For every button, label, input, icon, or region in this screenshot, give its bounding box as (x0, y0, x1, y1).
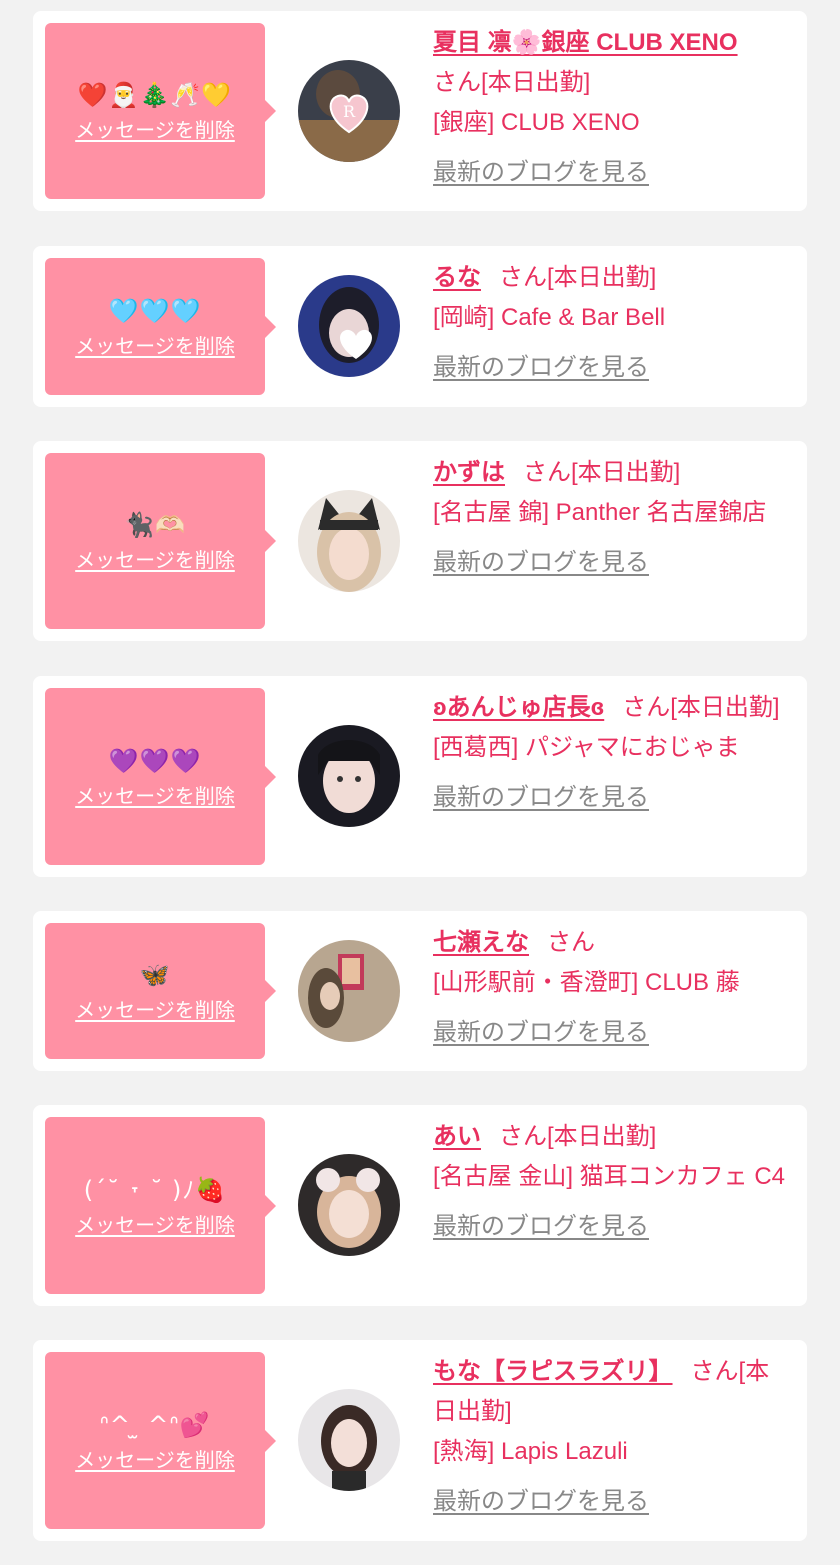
cast-name-link[interactable]: 夏目 凛🌸銀座 CLUB XENO (433, 29, 738, 56)
delete-message-link[interactable]: メッセージを削除 (75, 1212, 235, 1238)
delete-message-link[interactable]: メッセージを削除 (75, 783, 235, 809)
cast-avatar[interactable] (298, 725, 400, 827)
cast-name-link[interactable]: 七瀬えな (433, 929, 529, 956)
cast-info: ʚあんじゅ店長ɞ さん[本日出勤] [西葛西] パジャマにおじゃま 最新のブログを… (433, 688, 787, 818)
shop-name: [名古屋 錦] Panther 名古屋錦店 (433, 499, 767, 526)
latest-blog-link[interactable]: 最新のブログを見る (433, 153, 787, 193)
cast-info: もな【ラピスラズリ】 さん[本日出勤] [熱海] Lapis Lazuli 最新の… (433, 1352, 787, 1522)
latest-blog-link[interactable]: 最新のブログを見る (433, 348, 787, 388)
message-card: (ˊ˘ ˕ ˘ )ﾉ🍓 メッセージを削除 あい さん[本日出勤] [名古屋 金山]… (33, 1105, 807, 1306)
shop-name: [岡崎] Cafe & Bar Bell (433, 304, 666, 331)
message-text: 🩵🩵🩵 (108, 296, 202, 325)
message-bubble: 🐈‍⬛🫶🏻 メッセージを削除 (45, 453, 276, 629)
cast-name-link[interactable]: もな【ラピスラズリ】 (433, 1358, 673, 1385)
delete-message-link[interactable]: メッセージを削除 (75, 1447, 235, 1473)
shop-name: [山形駅前・香澄町] CLUB 藤 (433, 969, 740, 996)
delete-message-link[interactable]: メッセージを削除 (75, 333, 235, 359)
message-card: 💜💜💜 メッセージを削除 ʚあんじゅ店長ɞ さん[本日出勤] [西葛西] パジャマ… (33, 676, 807, 877)
message-bubble: ❤️🎅🎄🥂💛 メッセージを削除 (45, 23, 276, 199)
cast-status: さん[本日出勤] (499, 1123, 657, 1150)
message-text: 🐈‍⬛🫶🏻 (124, 511, 186, 539)
cast-status: さん[本日出勤] (499, 264, 657, 291)
cast-status: さん[本日出勤] (622, 694, 780, 721)
cast-name-link[interactable]: るな (433, 264, 481, 291)
avatar-photo (298, 490, 400, 592)
shop-name: [名古屋 金山] 猫耳コンカフェ C4 (433, 1163, 786, 1190)
latest-blog-link[interactable]: 最新のブログを見る (433, 1207, 787, 1247)
shop-name: [西葛西] パジャマにおじゃま (433, 734, 740, 761)
message-list: ❤️🎅🎄🥂💛 メッセージを削除 R 夏目 凛🌸銀座 CLUB XENO さん[本… (0, 0, 840, 1565)
message-card: 🩵🩵🩵 メッセージを削除 るな さん[本日出勤] [岡崎] Cafe & Bar … (33, 246, 807, 407)
cast-info: 夏目 凛🌸銀座 CLUB XENO さん[本日出勤] [銀座] CLUB XEN… (433, 23, 787, 193)
cast-status: さん[本日出勤] (433, 69, 591, 96)
delete-message-link[interactable]: メッセージを削除 (75, 117, 235, 143)
message-card: ❤️🎅🎄🥂💛 メッセージを削除 R 夏目 凛🌸銀座 CLUB XENO さん[本… (33, 11, 807, 211)
message-card: 🦋 メッセージを削除 七瀬えな さん [山形駅前・香澄町] CLUB 藤 最新のブ… (33, 911, 807, 1071)
avatar-photo: R (298, 60, 400, 162)
cast-avatar[interactable] (298, 275, 400, 377)
message-bubble: 💜💜💜 メッセージを削除 (45, 688, 276, 865)
cast-info: あい さん[本日出勤] [名古屋 金山] 猫耳コンカフェ C4 最新のブログを見る (433, 1117, 787, 1247)
cast-avatar[interactable] (298, 490, 400, 592)
cast-avatar[interactable] (298, 1154, 400, 1256)
latest-blog-link[interactable]: 最新のブログを見る (433, 1013, 787, 1053)
latest-blog-link[interactable]: 最新のブログを見る (433, 778, 787, 818)
message-card: ᐢ^ ̫ ^ᐢ💕 メッセージを削除 もな【ラピスラズリ】 さん[本日出勤] [熱海… (33, 1340, 807, 1541)
message-bubble: 🦋 メッセージを削除 (45, 923, 276, 1059)
message-bubble: 🩵🩵🩵 メッセージを削除 (45, 258, 276, 395)
avatar-photo (298, 1154, 400, 1256)
shop-name: [銀座] CLUB XENO (433, 109, 640, 136)
cast-status: さん[本日出勤] (523, 459, 681, 486)
avatar-photo (298, 275, 400, 377)
avatar-photo (298, 1389, 400, 1491)
latest-blog-link[interactable]: 最新のブログを見る (433, 543, 787, 583)
message-text: ❤️🎅🎄🥂💛 (77, 81, 233, 109)
message-text: 💜💜💜 (108, 746, 202, 775)
shop-name: [熱海] Lapis Lazuli (433, 1438, 628, 1465)
message-text: 🦋 (139, 961, 171, 989)
cast-info: 七瀬えな さん [山形駅前・香澄町] CLUB 藤 最新のブログを見る (433, 923, 787, 1053)
delete-message-link[interactable]: メッセージを削除 (75, 997, 235, 1023)
cast-name-link[interactable]: かずは (433, 459, 505, 486)
message-text: ᐢ^ ̫ ^ᐢ💕 (99, 1410, 211, 1439)
message-bubble: (ˊ˘ ˕ ˘ )ﾉ🍓 メッセージを削除 (45, 1117, 276, 1294)
message-bubble: ᐢ^ ̫ ^ᐢ💕 メッセージを削除 (45, 1352, 276, 1529)
cast-info: かずは さん[本日出勤] [名古屋 錦] Panther 名古屋錦店 最新のブログ… (433, 453, 787, 583)
cast-name-link[interactable]: ʚあんじゅ店長ɞ (433, 694, 604, 721)
cast-name-link[interactable]: あい (433, 1123, 481, 1150)
message-text: (ˊ˘ ˕ ˘ )ﾉ🍓 (83, 1175, 227, 1204)
cast-info: るな さん[本日出勤] [岡崎] Cafe & Bar Bell 最新のブログを見… (433, 258, 787, 388)
cast-status: さん (547, 929, 595, 956)
delete-message-link[interactable]: メッセージを削除 (75, 547, 235, 573)
cast-avatar[interactable]: R (298, 60, 400, 162)
avatar-photo (298, 725, 400, 827)
svg-text:R: R (343, 102, 356, 121)
message-card: 🐈‍⬛🫶🏻 メッセージを削除 かずは さん[本日出勤] [名古屋 錦] Panth… (33, 441, 807, 641)
avatar-photo (298, 940, 400, 1042)
cast-avatar[interactable] (298, 1389, 400, 1491)
cast-avatar[interactable] (298, 940, 400, 1042)
latest-blog-link[interactable]: 最新のブログを見る (433, 1482, 787, 1522)
